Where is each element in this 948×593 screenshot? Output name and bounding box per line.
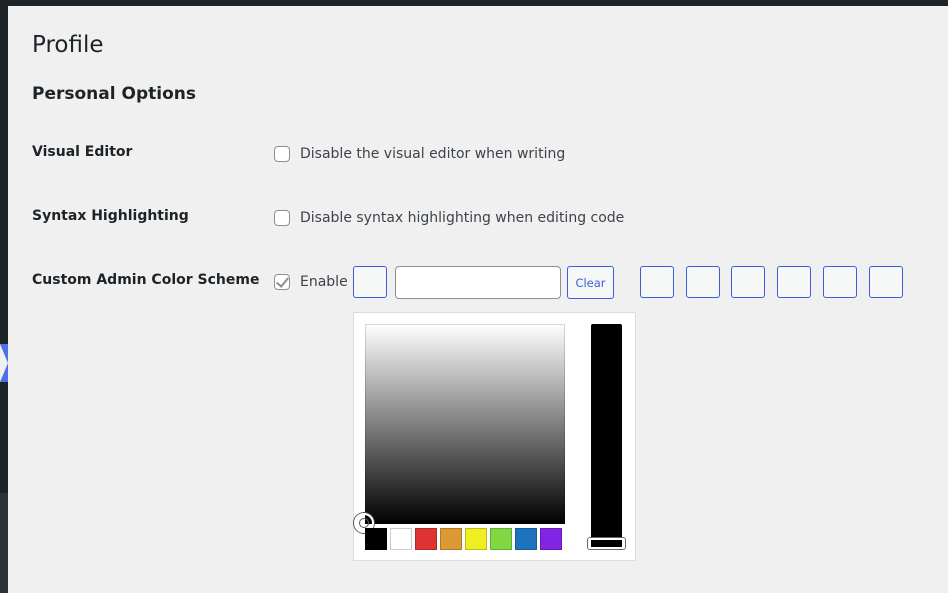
palette-swatch-2[interactable]	[390, 528, 412, 550]
palette-swatch-8[interactable]	[540, 528, 562, 550]
palette-swatch-3[interactable]	[415, 528, 437, 550]
hex-color-input[interactable]	[395, 266, 561, 299]
palette-swatch-5[interactable]	[465, 528, 487, 550]
syntax-highlighting-label: Syntax Highlighting	[32, 208, 189, 224]
current-menu-notch	[0, 344, 8, 382]
palette	[365, 528, 562, 550]
color-scheme-enable-text[interactable]: Enable	[300, 274, 348, 290]
page-title: Profile	[32, 32, 104, 58]
syntax-highlighting-checkbox[interactable]	[274, 210, 290, 226]
color-swatch-button-1[interactable]	[640, 266, 674, 298]
hue-strip[interactable]	[588, 324, 625, 549]
clear-button[interactable]: Clear	[567, 266, 614, 299]
color-swatch-button-active[interactable]	[353, 266, 387, 298]
palette-swatch-1[interactable]	[365, 528, 387, 550]
visual-editor-option-text[interactable]: Disable the visual editor when writing	[300, 146, 565, 162]
section-title: Personal Options	[32, 84, 196, 104]
admin-menu-edge	[0, 6, 8, 493]
palette-swatch-7[interactable]	[515, 528, 537, 550]
saturation-square[interactable]	[365, 324, 565, 524]
palette-swatch-4[interactable]	[440, 528, 462, 550]
main-content: Profile Personal Options Visual Editor D…	[8, 6, 948, 593]
color-swatch-button-5[interactable]	[823, 266, 857, 298]
visual-editor-checkbox[interactable]	[274, 146, 290, 162]
color-swatch-button-4[interactable]	[777, 266, 811, 298]
hue-strip-handle[interactable]	[588, 538, 625, 549]
palette-swatch-6[interactable]	[490, 528, 512, 550]
color-scheme-enable-checkbox[interactable]	[274, 274, 290, 290]
color-swatch-button-2[interactable]	[686, 266, 720, 298]
color-swatch-button-6[interactable]	[869, 266, 903, 298]
visual-editor-label: Visual Editor	[32, 144, 133, 160]
color-swatch-button-3[interactable]	[731, 266, 765, 298]
syntax-highlighting-option-text[interactable]: Disable syntax highlighting when editing…	[300, 210, 624, 226]
admin-menu-edge-lower	[0, 493, 8, 593]
color-picker-popup	[353, 312, 636, 561]
color-scheme-label: Custom Admin Color Scheme	[32, 272, 260, 288]
